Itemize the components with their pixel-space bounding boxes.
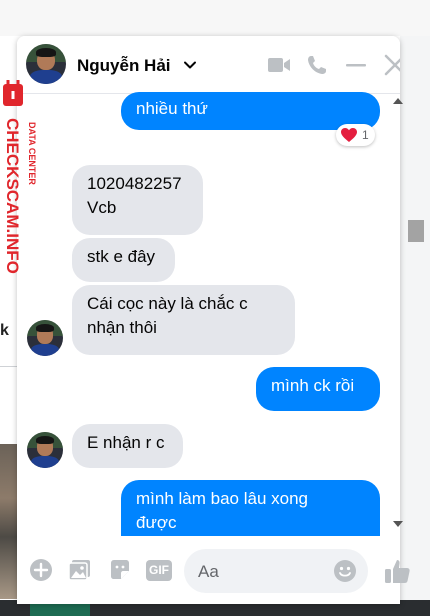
- svg-text:DATA CENTER: DATA CENTER: [27, 122, 37, 185]
- photo-icon[interactable]: [68, 558, 92, 582]
- scrollbar-thumb[interactable]: [408, 220, 424, 242]
- message-text: Vcb: [87, 198, 117, 217]
- message-text: nhiều thứ: [136, 99, 208, 118]
- message-bubble-incoming[interactable]: Cái cọc này là chắc c nhận thôi: [72, 285, 295, 355]
- message-text: được: [136, 513, 177, 532]
- svg-text:CHECKSCAM.INFO: CHECKSCAM.INFO: [3, 118, 22, 274]
- message-input-placeholder: Aa: [198, 562, 219, 581]
- background-page-top: [0, 0, 430, 36]
- message-bubble-incoming[interactable]: E nhận r c: [72, 424, 183, 468]
- phone-call-icon[interactable]: [306, 54, 330, 76]
- gif-icon[interactable]: GIF: [146, 560, 172, 581]
- message-text: Cái cọc này là chắc c: [87, 294, 248, 313]
- message-reaction[interactable]: 1: [336, 124, 375, 146]
- message-text: 1020482257: [87, 174, 182, 193]
- emoji-icon[interactable]: [333, 559, 357, 583]
- contact-name[interactable]: Nguyễn Hải: [77, 56, 171, 76]
- video-call-icon[interactable]: [267, 54, 291, 76]
- background-text-fragment: k: [0, 322, 9, 339]
- contact-avatar[interactable]: [26, 44, 66, 84]
- minimize-icon[interactable]: [344, 54, 368, 76]
- message-bubble-outgoing[interactable]: mình làm bao lâu xong được: [121, 480, 380, 536]
- contact-avatar-small[interactable]: [27, 320, 63, 356]
- plus-circle-icon[interactable]: [29, 558, 53, 582]
- message-text: E nhận r c: [87, 433, 165, 452]
- message-bubble-incoming[interactable]: stk e đây: [72, 238, 175, 282]
- close-icon[interactable]: [383, 54, 400, 76]
- message-bubble-outgoing[interactable]: mình ck rồi: [256, 367, 380, 411]
- chevron-down-icon[interactable]: [183, 58, 197, 72]
- message-text: stk e đây: [87, 247, 156, 266]
- background-page-right: [400, 36, 430, 616]
- thumbs-up-icon[interactable]: [383, 557, 411, 585]
- watermark-logo: CHECKSCAM.INFO DATA CENTER: [3, 80, 37, 274]
- chat-header: Nguyễn Hải: [17, 36, 400, 94]
- reaction-count: 1: [362, 128, 369, 142]
- message-text: nhận thôi: [87, 318, 157, 337]
- scroll-down-arrow[interactable]: [393, 521, 403, 527]
- message-text: mình làm bao lâu xong: [136, 489, 308, 508]
- contact-avatar-small[interactable]: [27, 432, 63, 468]
- sticker-icon[interactable]: [108, 558, 132, 582]
- heart-icon: [341, 128, 357, 142]
- message-bubble-incoming[interactable]: 1020482257 Vcb: [72, 165, 203, 235]
- message-text: mình ck rồi: [271, 376, 355, 395]
- background-photo: [0, 444, 18, 599]
- background-divider: [0, 366, 18, 367]
- scroll-up-arrow[interactable]: [393, 98, 403, 104]
